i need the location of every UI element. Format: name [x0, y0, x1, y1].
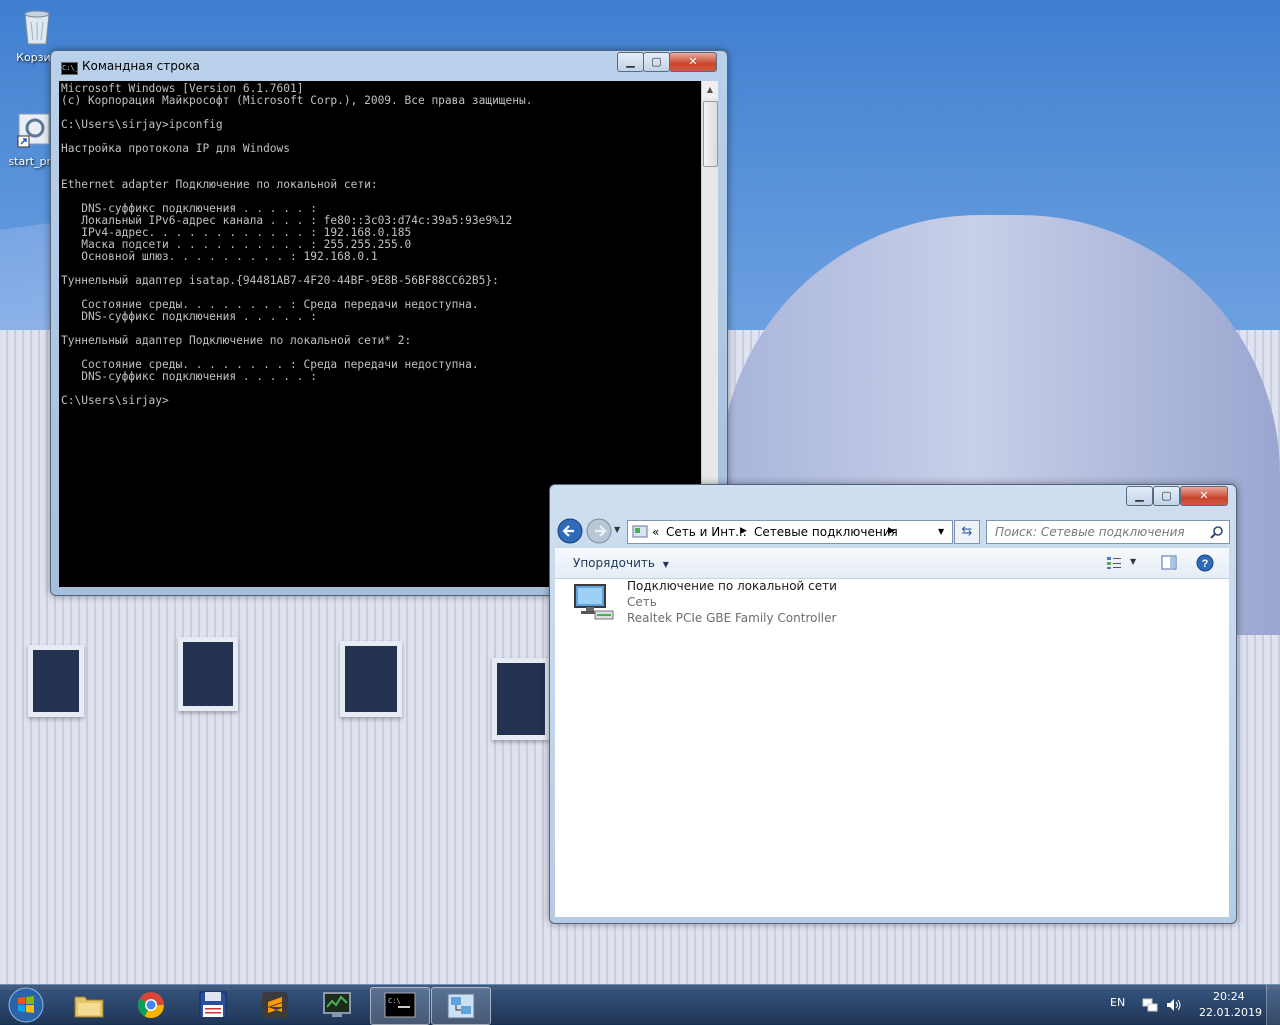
address-bar[interactable]: « Сеть и Инт... ▶ Сетевые подключения ▶ … [627, 520, 953, 544]
scroll-up-button[interactable]: ▲ [702, 81, 718, 98]
breadcrumb-segment-connections[interactable]: Сетевые подключения [754, 525, 898, 539]
close-button[interactable]: ✕ [669, 52, 717, 72]
volume-icon[interactable] [1166, 998, 1182, 1012]
back-arrow-icon[interactable] [557, 518, 583, 544]
chrome-icon [137, 992, 165, 1019]
view-options-icon[interactable] [1106, 556, 1122, 570]
console-line: C:\Users\sirjay> [61, 394, 169, 407]
clock-time[interactable]: 20:24 [1213, 990, 1245, 1003]
close-button[interactable]: ✕ [1180, 486, 1228, 506]
organize-label: Упорядочить [573, 556, 655, 570]
command-bar: Упорядочить ▼ ▼ ? [555, 548, 1229, 579]
command-prompt-titlebar[interactable]: C:\_ Командная строка ▁ ▢ ✕ [51, 51, 727, 79]
console-line: Основной шлюз. . . . . . . . . : 192.168… [61, 250, 378, 263]
network-adapter-icon [574, 584, 614, 620]
console-line: C:\Users\sirjay>ipconfig [61, 118, 223, 131]
wallpaper-window [28, 645, 84, 717]
task-manager-icon [323, 992, 351, 1017]
network-connections-icon [447, 993, 475, 1019]
taskbar-floppy-app-button[interactable] [184, 987, 242, 1023]
wallpaper-window [492, 658, 550, 740]
scrollbar-thumb[interactable] [703, 101, 718, 167]
taskbar-sublime-text-button[interactable] [246, 987, 304, 1023]
taskbar-command-prompt-button[interactable]: C:\ [370, 987, 430, 1025]
start-button[interactable] [4, 986, 48, 1024]
svg-text:C:\: C:\ [388, 997, 401, 1005]
taskbar-network-connections-button[interactable] [431, 987, 491, 1025]
connection-name: Подключение по локальной сети [627, 579, 837, 593]
chevron-down-icon: ▼ [662, 560, 669, 569]
connection-adapter: Realtek PCIe GBE Family Controller [627, 611, 837, 625]
refresh-button[interactable]: ⇆ [954, 520, 980, 544]
wallpaper-window [340, 641, 402, 717]
console-line: Настройка протокола IP для Windows [61, 142, 291, 155]
console-line: DNS-суффикс подключения . . . . . : [61, 310, 317, 323]
organize-button[interactable]: Упорядочить ▼ [573, 556, 669, 570]
taskbar-task-manager-button[interactable] [308, 987, 366, 1023]
breadcrumb-chevron-icon[interactable]: ▶ [888, 526, 895, 536]
maximize-button[interactable]: ▢ [1153, 486, 1180, 506]
console-line: Ethernet adapter Подключение по локально… [61, 178, 378, 191]
console-line: Туннельный адаптер isatap.{94481AB7-4F20… [61, 274, 499, 287]
preview-pane-icon[interactable] [1161, 555, 1177, 570]
wallpaper-window [178, 637, 238, 711]
taskbar-explorer-button[interactable] [60, 987, 118, 1023]
breadcrumb-segment-network[interactable]: Сеть и Инт... [666, 525, 747, 539]
console-line: DNS-суффикс подключения . . . . . : [61, 370, 317, 383]
network-connections-window[interactable]: ▁ ▢ ✕ ▼ « Сеть и Инт... ▶ Сетевые подклю… [549, 484, 1237, 924]
connection-network: Сеть [627, 595, 657, 609]
show-desktop-button[interactable] [1266, 985, 1280, 1025]
breadcrumb-chevron-icon[interactable]: ▶ [740, 526, 747, 536]
language-indicator[interactable]: EN [1110, 996, 1125, 1009]
minimize-button[interactable]: ▁ [617, 52, 644, 72]
folder-icon [74, 996, 104, 1018]
floppy-disk-icon [199, 991, 227, 1019]
search-input[interactable]: Поиск: Сетевые подключения [986, 520, 1230, 544]
svg-text:?: ? [1202, 558, 1209, 570]
breadcrumb-overflow[interactable]: « [652, 525, 659, 539]
taskbar: C:\ EN 20:24 22.01.2019 [0, 984, 1280, 1025]
forward-arrow-icon[interactable] [586, 518, 612, 544]
recycle-bin-icon [24, 10, 50, 45]
console-line: Туннельный адаптер Подключение по локаль… [61, 334, 412, 347]
help-icon[interactable]: ? [1196, 554, 1214, 572]
settings-shortcut-icon [17, 113, 50, 148]
command-prompt-icon: C:\ [384, 992, 416, 1018]
network-status-icon[interactable] [1142, 998, 1158, 1012]
recent-pages-dropdown[interactable]: ▼ [614, 525, 620, 534]
console-line: (c) Корпорация Майкрософт (Microsoft Cor… [61, 94, 533, 107]
address-history-dropdown[interactable]: ▼ [938, 527, 944, 536]
taskbar-chrome-button[interactable] [122, 987, 180, 1023]
clock-date[interactable]: 22.01.2019 [1199, 1006, 1262, 1019]
search-icon[interactable] [1210, 525, 1224, 539]
sublime-text-icon [262, 992, 288, 1018]
minimize-button[interactable]: ▁ [1126, 486, 1153, 506]
command-prompt-icon: C:\_ [61, 62, 79, 75]
connection-item-local-area[interactable]: Подключение по локальной сети Сеть Realt… [569, 579, 849, 625]
search-placeholder: Поиск: Сетевые подключения [995, 525, 1185, 539]
connections-list: Подключение по локальной сети Сеть Realt… [555, 579, 1229, 917]
view-options-dropdown[interactable]: ▼ [1130, 557, 1136, 566]
maximize-button[interactable]: ▢ [643, 52, 670, 72]
control-panel-icon [632, 525, 648, 538]
window-title: Командная строка [82, 59, 200, 73]
